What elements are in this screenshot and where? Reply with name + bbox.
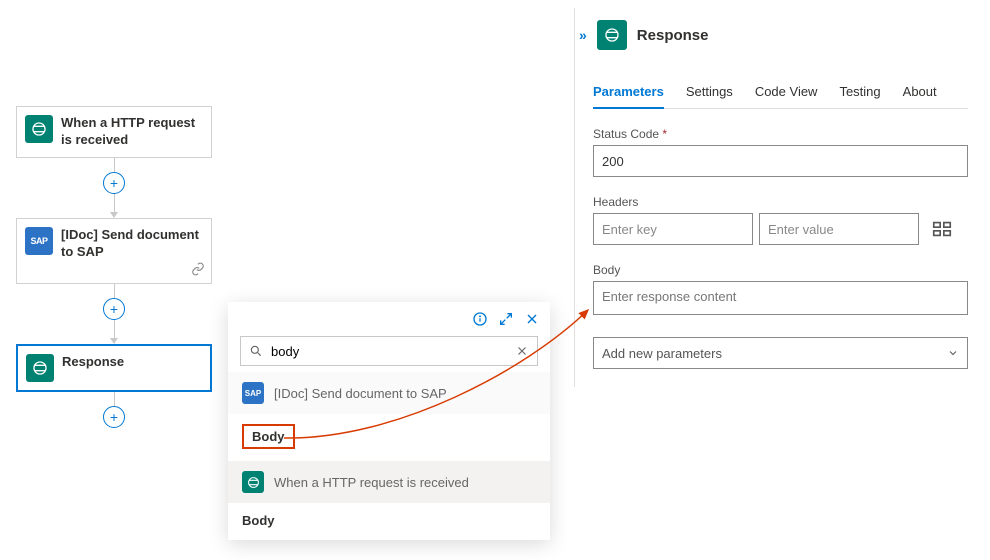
workflow-step-http-trigger[interactable]: When a HTTP request is received <box>16 106 212 158</box>
pane-title: Response <box>637 27 709 44</box>
picker-search <box>240 336 538 366</box>
add-parameters-select[interactable]: Add new parameters <box>593 337 968 369</box>
globe-icon <box>26 354 54 382</box>
globe-icon <box>242 471 264 493</box>
switch-mode-icon[interactable] <box>931 218 953 240</box>
search-icon <box>249 344 263 358</box>
info-icon[interactable] <box>472 311 488 327</box>
add-step-button[interactable]: + <box>103 406 125 428</box>
picker-item-body-sap[interactable]: Body <box>228 414 550 461</box>
group-title: When a HTTP request is received <box>274 475 469 490</box>
connector: + <box>16 284 212 344</box>
step-label: Response <box>62 354 124 371</box>
step-label: When a HTTP request is received <box>61 115 203 149</box>
picker-item-body-http[interactable]: Body <box>228 503 550 540</box>
search-input[interactable] <box>271 344 515 359</box>
globe-icon <box>597 20 627 50</box>
group-title: [IDoc] Send document to SAP <box>274 386 447 401</box>
tab-codeview[interactable]: Code View <box>755 78 818 108</box>
globe-icon <box>25 115 53 143</box>
add-step-button[interactable]: + <box>103 298 125 320</box>
headers-label: Headers <box>593 195 968 209</box>
add-step-button[interactable]: + <box>103 172 125 194</box>
tab-testing[interactable]: Testing <box>839 78 880 108</box>
sap-icon: SAP <box>242 382 264 404</box>
close-icon[interactable] <box>524 311 540 327</box>
collapse-button[interactable]: » <box>579 27 587 43</box>
body-input[interactable]: Enter response content <box>593 281 968 315</box>
workflow-step-sap[interactable]: SAP [IDoc] Send document to SAP <box>16 218 212 284</box>
tab-parameters[interactable]: Parameters <box>593 78 664 109</box>
expand-icon[interactable] <box>498 311 514 327</box>
body-label: Body <box>593 263 968 277</box>
clear-icon[interactable] <box>515 344 529 358</box>
tab-about[interactable]: About <box>903 78 937 108</box>
sap-icon: SAP <box>25 227 53 255</box>
picker-group-http: When a HTTP request is received <box>228 461 550 503</box>
picker-group-sap: SAP [IDoc] Send document to SAP <box>228 372 550 414</box>
picker-item-label: Body <box>242 424 295 449</box>
link-icon <box>191 262 205 279</box>
select-label: Add new parameters <box>602 346 722 361</box>
picker-header <box>228 302 550 336</box>
header-value-input[interactable] <box>759 213 919 245</box>
tab-settings[interactable]: Settings <box>686 78 733 108</box>
dynamic-content-picker: SAP [IDoc] Send document to SAP Body Whe… <box>228 302 550 540</box>
workflow-step-response[interactable]: Response <box>16 344 212 392</box>
details-pane: » Response Parameters Settings Code View… <box>574 8 986 387</box>
status-code-label: Status Code <box>593 127 968 141</box>
status-code-input[interactable] <box>593 145 968 177</box>
step-label: [IDoc] Send document to SAP <box>61 227 203 261</box>
connector: + <box>16 158 212 218</box>
workflow-canvas: When a HTTP request is received + SAP [I… <box>16 106 212 428</box>
connector: + <box>16 392 212 428</box>
header-key-input[interactable] <box>593 213 753 245</box>
chevron-down-icon <box>947 347 959 359</box>
tabs: Parameters Settings Code View Testing Ab… <box>593 78 968 109</box>
